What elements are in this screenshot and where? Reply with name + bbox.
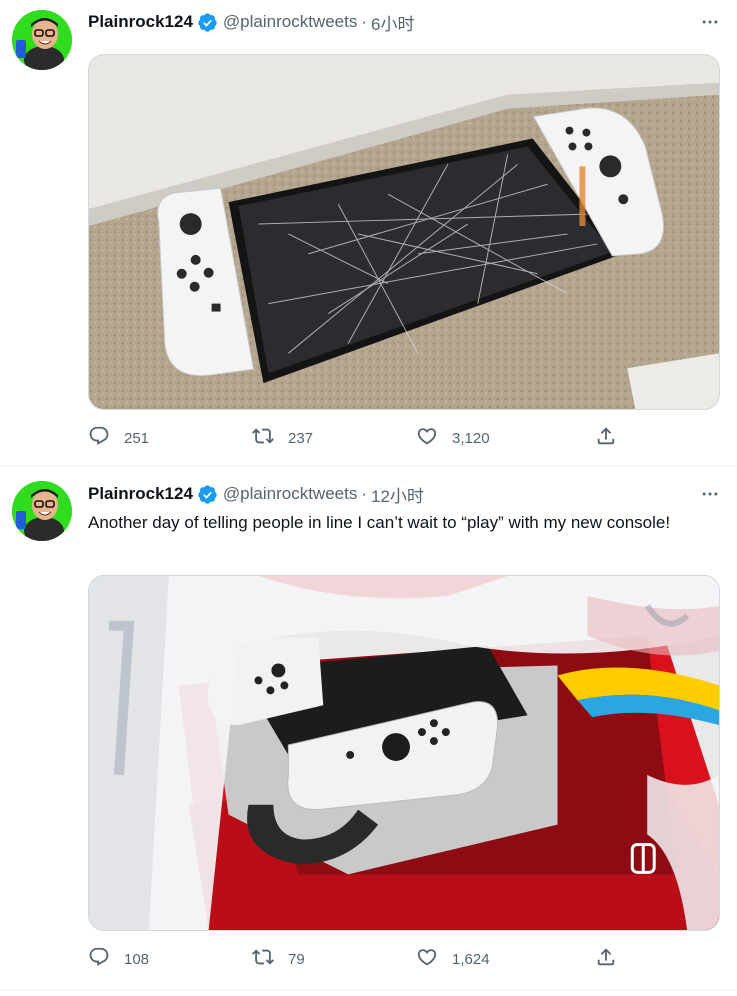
reply-count: 251 (124, 429, 150, 447)
tweet-media-photo[interactable] (88, 54, 720, 410)
tweet-header: Plainrock124 @plainrocktweets · 6小时 (88, 9, 723, 35)
retweet-icon (252, 946, 274, 972)
share-icon (595, 425, 617, 451)
like-icon (416, 946, 438, 972)
user-name[interactable]: Plainrock124 (88, 484, 193, 504)
verified-badge-icon (197, 12, 218, 33)
like-count: 3,120 (452, 429, 490, 447)
tweet-actions: 251 237 3,120 (88, 426, 628, 450)
tweet-media-photo[interactable] (88, 575, 720, 931)
reply-count: 108 (124, 950, 150, 968)
like-icon (416, 425, 438, 451)
separator: · (361, 12, 368, 31)
tweet[interactable]: Plainrock124 @plainrocktweets · 6小时 251 … (0, 0, 737, 467)
user-name[interactable]: Plainrock124 (88, 12, 193, 32)
user-handle[interactable]: @plainrocktweets (223, 12, 357, 32)
like-count: 1,624 (452, 950, 490, 968)
reply-icon (88, 425, 110, 451)
retweet-button[interactable]: 237 (252, 426, 313, 450)
avatar[interactable] (12, 10, 72, 70)
tweet-actions: 108 79 1,624 (88, 947, 628, 971)
share-button[interactable] (595, 426, 617, 450)
separator: · (361, 484, 368, 503)
reply-icon (88, 946, 110, 972)
avatar[interactable] (12, 481, 72, 541)
retweet-count: 79 (288, 950, 305, 968)
verified-badge-icon (197, 484, 218, 505)
user-handle[interactable]: @plainrocktweets (223, 484, 357, 504)
reply-button[interactable]: 108 (88, 947, 149, 971)
tweet-header: Plainrock124 @plainrocktweets · 12小时 (88, 481, 723, 507)
timestamp[interactable]: 12小时 (371, 482, 424, 507)
retweet-button[interactable]: 79 (252, 947, 305, 971)
more-icon[interactable] (697, 9, 723, 35)
share-button[interactable] (595, 947, 617, 971)
more-icon[interactable] (697, 481, 723, 507)
like-button[interactable]: 1,624 (416, 947, 490, 971)
timestamp[interactable]: 6小时 (371, 10, 414, 35)
tweet-text: Another day of telling people in line I … (88, 513, 671, 532)
retweet-count: 237 (288, 429, 314, 447)
share-icon (595, 946, 617, 972)
reply-button[interactable]: 251 (88, 426, 149, 450)
retweet-icon (252, 425, 274, 451)
like-button[interactable]: 3,120 (416, 426, 490, 450)
tweet[interactable]: Plainrock124 @plainrocktweets · 12小时 Ano… (0, 467, 737, 990)
